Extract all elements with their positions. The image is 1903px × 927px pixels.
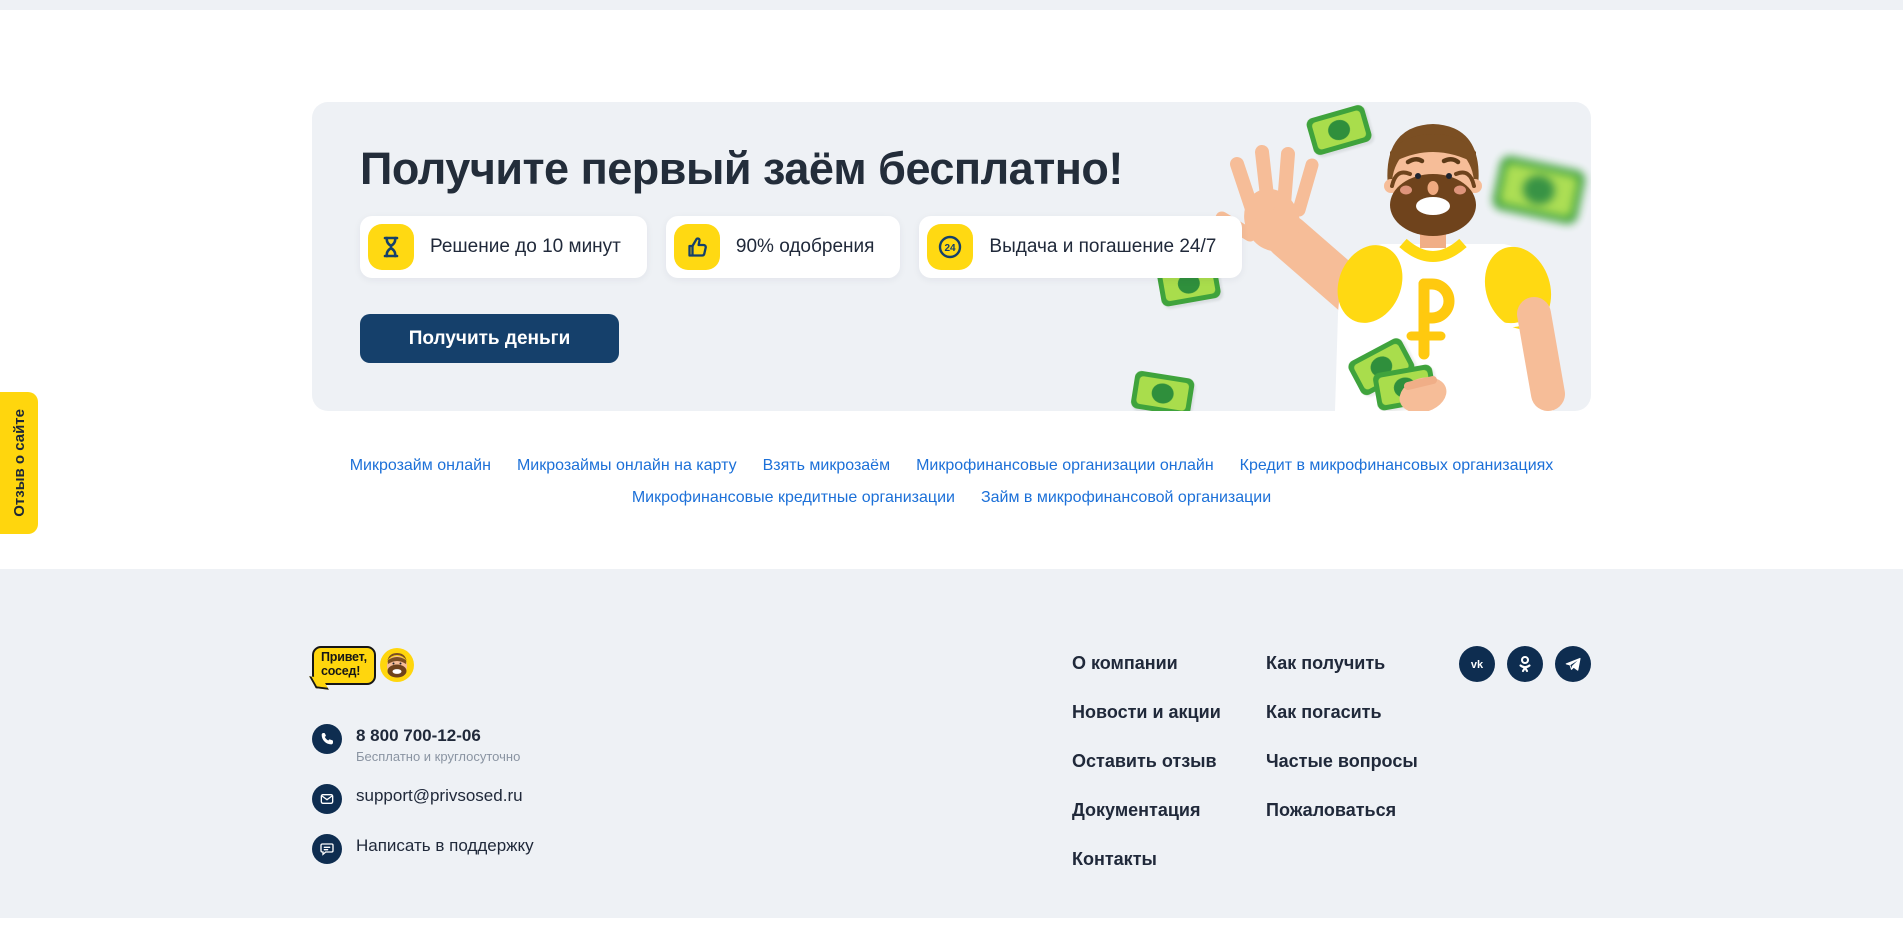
footer-socials: vk bbox=[1459, 646, 1591, 682]
hero-banner: Получите первый заём бесплатно! Решение … bbox=[312, 102, 1591, 411]
logo-speech-bubble: Привет, сосед! bbox=[312, 646, 376, 685]
top-strip bbox=[0, 0, 1903, 10]
seo-link[interactable]: Микрозаймы онлайн на карту bbox=[517, 457, 737, 475]
seo-links-section: Микрозайм онлайн Микрозаймы онлайн на ка… bbox=[312, 457, 1591, 507]
footer-nav-column-2: Как получить Как погасить Частые вопросы… bbox=[1266, 653, 1418, 849]
footer-link-documentation[interactable]: Документация bbox=[1072, 800, 1221, 821]
phone-number: 8 800 700-12-06 bbox=[356, 726, 520, 746]
round-the-clock-icon: 24 bbox=[927, 224, 973, 270]
support-link: Написать в поддержку bbox=[356, 836, 534, 856]
seo-link[interactable]: Займ в микрофинансовой организации bbox=[981, 489, 1271, 507]
feature-label: 90% одобрения bbox=[736, 236, 875, 258]
seo-link[interactable]: Взять микрозаём bbox=[763, 457, 890, 475]
hero-title: Получите первый заём бесплатно! bbox=[360, 142, 1591, 196]
logo-avatar bbox=[379, 647, 415, 683]
feature-badges: Решение до 10 минут 90% одобрения bbox=[360, 216, 1591, 278]
phone-icon bbox=[312, 724, 342, 754]
seo-link[interactable]: Кредит в микрофинансовых организациях bbox=[1240, 457, 1554, 475]
odnoklassniki-icon[interactable] bbox=[1507, 646, 1543, 682]
footer: Привет, сосед! bbox=[0, 569, 1903, 918]
footer-link-complain[interactable]: Пожаловаться bbox=[1266, 800, 1418, 821]
telegram-icon[interactable] bbox=[1555, 646, 1591, 682]
chat-icon bbox=[312, 834, 342, 864]
footer-link-how-to-repay[interactable]: Как погасить bbox=[1266, 702, 1418, 723]
logo-text-line1: Привет, bbox=[321, 651, 367, 665]
seo-links-row-2: Микрофинансовые кредитные организации За… bbox=[312, 489, 1591, 507]
phone-note: Бесплатно и круглосуточно bbox=[356, 749, 520, 764]
email-icon bbox=[312, 784, 342, 814]
logo-text-line2: сосед! bbox=[321, 665, 367, 679]
footer-link-leave-review[interactable]: Оставить отзыв bbox=[1072, 751, 1221, 772]
seo-links-row-1: Микрозайм онлайн Микрозаймы онлайн на ка… bbox=[312, 457, 1591, 475]
seo-link[interactable]: Микрозайм онлайн bbox=[350, 457, 491, 475]
site-feedback-tab[interactable]: Отзыв о сайте bbox=[0, 392, 38, 534]
footer-link-contacts[interactable]: Контакты bbox=[1072, 849, 1221, 870]
feature-round-the-clock: 24 Выдача и погашение 24/7 bbox=[919, 216, 1242, 278]
svg-text:24: 24 bbox=[945, 243, 957, 254]
footer-link-about[interactable]: О компании bbox=[1072, 653, 1221, 674]
feature-approval-rate: 90% одобрения bbox=[666, 216, 901, 278]
feature-label: Решение до 10 минут bbox=[430, 236, 621, 258]
feature-label: Выдача и погашение 24/7 bbox=[989, 236, 1216, 258]
footer-logo[interactable]: Привет, сосед! bbox=[312, 646, 437, 685]
site-feedback-tab-label: Отзыв о сайте bbox=[11, 409, 28, 517]
footer-link-how-to-get[interactable]: Как получить bbox=[1266, 653, 1418, 674]
seo-link[interactable]: Микрофинансовые организации онлайн bbox=[916, 457, 1214, 475]
footer-link-faq[interactable]: Частые вопросы bbox=[1266, 751, 1418, 772]
hourglass-icon bbox=[368, 224, 414, 270]
svg-text:vk: vk bbox=[1471, 659, 1484, 671]
footer-link-news[interactable]: Новости и акции bbox=[1072, 702, 1221, 723]
get-money-button[interactable]: Получить деньги bbox=[360, 314, 619, 363]
seo-link[interactable]: Микрофинансовые кредитные организации bbox=[632, 489, 955, 507]
thumbs-up-icon bbox=[674, 224, 720, 270]
vk-icon[interactable]: vk bbox=[1459, 646, 1495, 682]
footer-nav-column-1: О компании Новости и акции Оставить отзы… bbox=[1072, 653, 1221, 898]
email-address: support@privsosed.ru bbox=[356, 786, 523, 806]
feature-decision-time: Решение до 10 минут bbox=[360, 216, 647, 278]
